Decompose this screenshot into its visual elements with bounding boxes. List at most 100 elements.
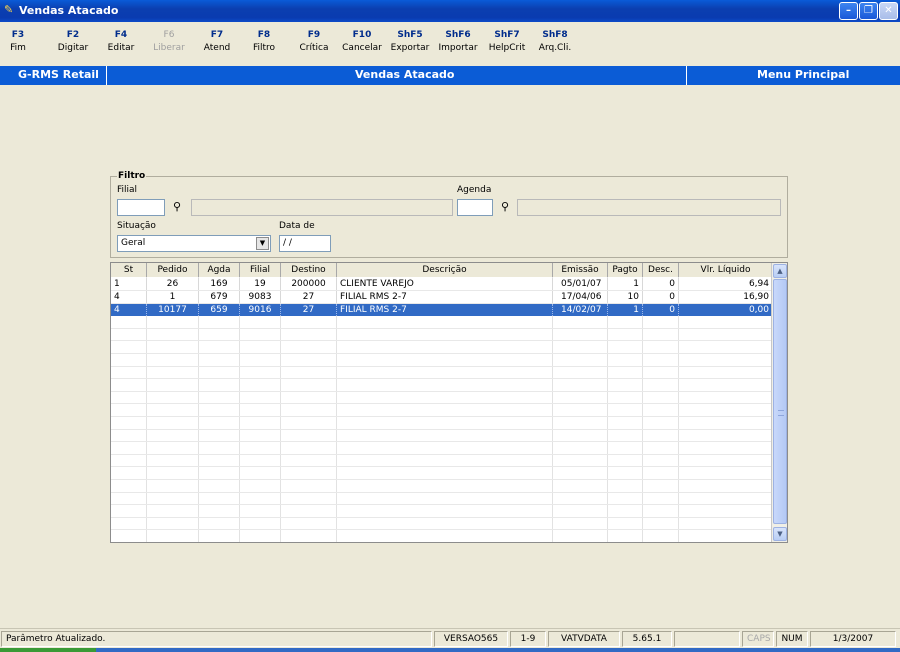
- situacao-value: Geral: [121, 238, 146, 248]
- orders-grid[interactable]: St Pedido Agda Filial Destino Descrição …: [110, 262, 788, 543]
- atend-label: Atend: [203, 43, 231, 53]
- agenda-input[interactable]: [457, 199, 493, 216]
- filial-search-icon[interactable]: ⚲: [168, 199, 186, 216]
- agenda-description-field: [517, 199, 781, 216]
- fim-button[interactable]: F3 Fim: [6, 30, 30, 53]
- cancelar-button[interactable]: F10 Cancelar: [341, 30, 383, 53]
- cell-agda: 659: [199, 304, 240, 316]
- helpcrit-key: ShF7: [494, 30, 520, 40]
- cell-destino: 200000: [281, 278, 337, 290]
- status-panel-2: 1-9: [510, 631, 546, 647]
- col-desc[interactable]: Desc.: [643, 263, 679, 277]
- cell-pagto: 1: [608, 304, 643, 316]
- situacao-select[interactable]: Geral ▼: [117, 235, 271, 252]
- critica-button[interactable]: F9 Crítica: [297, 30, 331, 53]
- agenda-search-icon[interactable]: ⚲: [496, 199, 514, 216]
- window-title: Vendas Atacado: [19, 4, 119, 17]
- cell-descricao: FILIAL RMS 2-7: [337, 291, 553, 303]
- cell-pagto: 10: [608, 291, 643, 303]
- data-de-input[interactable]: / /: [279, 235, 331, 252]
- num-indicator: NUM: [776, 631, 808, 647]
- critica-key: F9: [307, 30, 321, 40]
- chevron-down-icon[interactable]: ▼: [256, 237, 269, 250]
- cell-st: 4: [111, 291, 147, 303]
- scroll-down-icon[interactable]: ▼: [773, 527, 787, 541]
- helpcrit-button[interactable]: ShF7 HelpCrit: [487, 30, 527, 53]
- close-button[interactable]: ✕: [879, 2, 898, 20]
- cell-vlr-liquido: 0,00: [679, 304, 773, 316]
- cell-pedido: 10177: [147, 304, 199, 316]
- restore-button[interactable]: ❐: [859, 2, 878, 20]
- filtro-button[interactable]: F8 Filtro: [250, 30, 278, 53]
- arqcli-button[interactable]: ShF8 Arq.Cli.: [536, 30, 574, 53]
- digitar-button[interactable]: F2 Digitar: [56, 30, 90, 53]
- title-bar: ✎ Vendas Atacado – ❐ ✕: [0, 0, 900, 22]
- cell-agda: 169: [199, 278, 240, 290]
- status-date: 1/3/2007: [810, 631, 896, 647]
- exportar-button[interactable]: ShF5 Exportar: [389, 30, 431, 53]
- col-descricao[interactable]: Descrição: [337, 263, 553, 277]
- status-panel-3: VATVDATA: [548, 631, 620, 647]
- importar-button[interactable]: ShF6 Importar: [437, 30, 479, 53]
- status-message: Parâmetro Atualizado.: [1, 631, 432, 647]
- minimize-button[interactable]: –: [839, 2, 858, 20]
- cell-descricao: FILIAL RMS 2-7: [337, 304, 553, 316]
- app-icon[interactable]: ✎: [4, 4, 16, 16]
- digitar-label: Digitar: [57, 43, 89, 53]
- col-destino[interactable]: Destino: [281, 263, 337, 277]
- liberar-button[interactable]: F6 Liberar: [153, 30, 185, 53]
- col-pedido[interactable]: Pedido: [147, 263, 199, 277]
- cell-destino: 27: [281, 304, 337, 316]
- liberar-key: F6: [163, 30, 175, 40]
- vertical-scrollbar[interactable]: ▲ ▼: [771, 263, 787, 542]
- filter-group: Filtro Filial ⚲ Agenda ⚲ Situação Geral …: [110, 171, 788, 258]
- filter-legend: Filtro: [117, 171, 147, 181]
- grid-line: [111, 441, 773, 442]
- cell-emissao: 17/04/06: [553, 291, 608, 303]
- grid-line: [111, 492, 773, 493]
- grip-icon: [778, 410, 784, 416]
- taskbar-edge: [0, 648, 900, 652]
- cell-pedido: 1: [147, 291, 199, 303]
- critica-label: Crítica: [299, 43, 329, 53]
- cell-pedido: 26: [147, 278, 199, 290]
- atend-key: F7: [210, 30, 224, 40]
- col-emissao[interactable]: Emissão: [553, 263, 608, 277]
- col-agda[interactable]: Agda: [199, 263, 240, 277]
- table-row-selected[interactable]: 4 10177 659 9016 27 FILIAL RMS 2-7 14/02…: [111, 304, 773, 316]
- editar-key: F4: [114, 30, 128, 40]
- col-st[interactable]: St: [111, 263, 147, 277]
- importar-key: ShF6: [445, 30, 471, 40]
- grid-line: [111, 391, 773, 392]
- col-vlr-liquido[interactable]: Vlr. Líquido: [679, 263, 773, 277]
- table-row[interactable]: 4 1 679 9083 27 FILIAL RMS 2-7 17/04/06 …: [111, 291, 773, 303]
- cancelar-label: Cancelar: [342, 43, 382, 53]
- grid-line: [111, 529, 773, 530]
- data-de-label: Data de: [279, 221, 315, 231]
- scroll-thumb[interactable]: [773, 279, 787, 524]
- cell-st: 1: [111, 278, 147, 290]
- col-pagto[interactable]: Pagto: [608, 263, 643, 277]
- grid-line: [111, 479, 773, 480]
- table-row[interactable]: 1 26 169 19 200000 CLIENTE VAREJO 05/01/…: [111, 278, 773, 290]
- filial-input[interactable]: [117, 199, 165, 216]
- start-button-edge: [0, 648, 96, 652]
- atend-button[interactable]: F7 Atend: [202, 30, 232, 53]
- cell-filial: 9016: [240, 304, 281, 316]
- cell-desc: 0: [643, 304, 679, 316]
- module-header: G-RMS Retail Vendas Atacado Menu Princip…: [0, 66, 900, 85]
- editar-label: Editar: [107, 43, 135, 53]
- caps-indicator: CAPS: [742, 631, 774, 647]
- cell-vlr-liquido: 16,90: [679, 291, 773, 303]
- editar-button[interactable]: F4 Editar: [106, 30, 136, 53]
- grid-line: [111, 366, 773, 367]
- menu-principal-link[interactable]: Menu Principal: [757, 68, 849, 81]
- col-filial[interactable]: Filial: [240, 263, 281, 277]
- grid-line: [111, 429, 773, 430]
- scroll-up-icon[interactable]: ▲: [773, 264, 787, 278]
- digitar-key: F2: [66, 30, 80, 40]
- fim-key: F3: [11, 30, 25, 40]
- cell-destino: 27: [281, 291, 337, 303]
- filial-description-field: [191, 199, 453, 216]
- cell-vlr-liquido: 6,94: [679, 278, 773, 290]
